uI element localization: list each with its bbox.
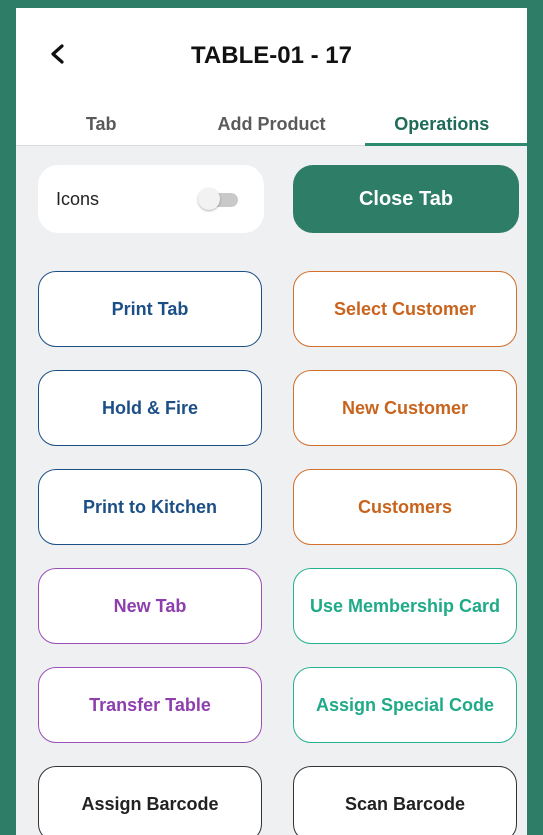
page-title: TABLE-01 - 17 [191,42,352,69]
tab-tab[interactable]: Tab [16,103,186,145]
tab-add-product[interactable]: Add Product [186,103,356,145]
close-tab-button[interactable]: Close Tab [293,165,519,233]
app-screen: TABLE-01 - 17 Tab Add Product Operations… [16,8,527,835]
transfer-table-button[interactable]: Transfer Table [38,667,262,743]
icons-toggle-card: Icons [38,165,264,233]
select-customer-button[interactable]: Select Customer [293,271,517,347]
customers-button[interactable]: Customers [293,469,517,545]
assign-barcode-button[interactable]: Assign Barcode [38,766,262,835]
tab-operations[interactable]: Operations [357,103,527,146]
icons-toggle-switch[interactable] [198,188,238,210]
header: TABLE-01 - 17 [16,8,527,103]
toggle-knob [198,188,220,210]
operations-panel: Icons Close Tab Print Tab Select Custome… [16,146,527,835]
print-to-kitchen-button[interactable]: Print to Kitchen [38,469,262,545]
icons-toggle-label: Icons [56,188,100,209]
new-tab-button[interactable]: New Tab [38,568,262,644]
assign-special-code-button[interactable]: Assign Special Code [293,667,517,743]
use-membership-card-button[interactable]: Use Membership Card [293,568,517,644]
print-tab-button[interactable]: Print Tab [38,271,262,347]
new-customer-button[interactable]: New Customer [293,370,517,446]
hold-and-fire-button[interactable]: Hold & Fire [38,370,262,446]
tab-bar: Tab Add Product Operations [16,103,527,146]
scan-barcode-button[interactable]: Scan Barcode [293,766,517,835]
